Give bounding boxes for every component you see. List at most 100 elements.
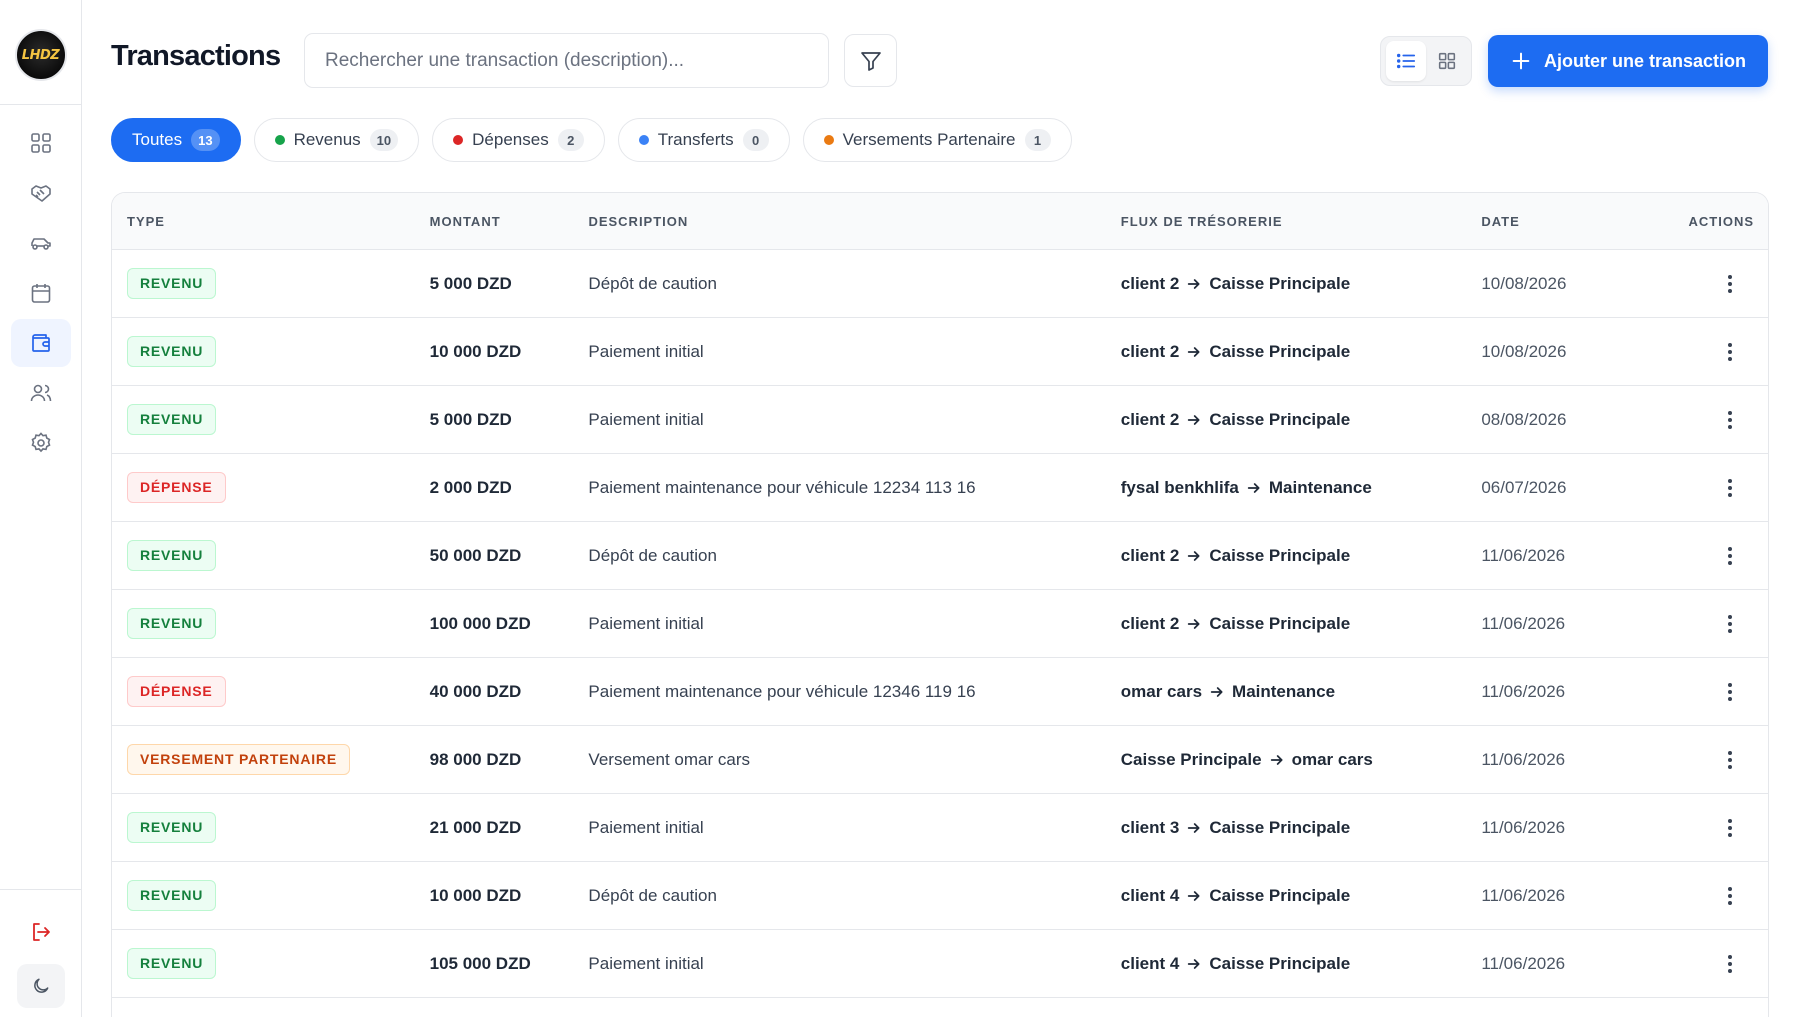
actions-cell [1671,612,1768,636]
table-row[interactable]: DÉPENSE 2 000 DZD Paiement maintenance pou… [112,454,1768,522]
actions-cell [1671,340,1768,364]
logout-button[interactable] [17,910,65,954]
sidebar-item-dashboard[interactable] [11,119,71,167]
more-actions-icon[interactable] [1718,340,1742,364]
column-header-date[interactable]: DATE [1481,214,1671,229]
flux-to: Caisse Principale [1209,885,1351,905]
search-input[interactable] [304,33,829,88]
sidebar-item-partners[interactable] [11,169,71,217]
description-cell: Paiement maintenance pour véhicule 12234… [588,477,976,497]
column-header-flux[interactable]: FLUX DE TRÉSORERIE [1121,214,1482,229]
amount-cell: 21 000 DZD [429,817,522,837]
sidebar-item-transactions[interactable] [10,319,71,367]
flux-from: client 4 [1120,885,1180,905]
amount-cell: 40 000 DZD [429,681,522,701]
arrow-right-icon [1188,414,1200,425]
date-cell: 10/08/2026 [1481,341,1567,361]
filter-chip-0[interactable]: Toutes 13 [111,118,241,162]
more-actions-icon[interactable] [1718,952,1742,976]
actions-cell [1671,272,1768,296]
table-row[interactable]: REVENU 5 000 DZD Paiement initial client 2 C… [112,386,1768,454]
type-badge: DÉPENSE [127,472,226,503]
description-cell: Dépôt de caution [588,273,717,293]
add-transaction-label: Ajouter une transaction [1543,50,1747,71]
flux-cell: client 2 Caisse Principale [1121,546,1482,566]
add-transaction-button[interactable]: Ajouter une transaction [1488,35,1768,87]
actions-cell [1671,952,1768,976]
sidebar-item-settings[interactable] [11,419,71,467]
actions-cell [1671,408,1768,432]
filter-chip-4[interactable]: Versements Partenaire 1 [802,118,1072,162]
list-view-button[interactable] [1385,41,1426,81]
arrow-right-icon [1188,346,1200,357]
actions-cell [1671,680,1768,704]
more-actions-icon[interactable] [1718,680,1742,704]
brand-logo[interactable]: LHDZ [14,29,67,81]
sidebar-item-vehicles[interactable] [11,219,71,267]
table-row[interactable]: REVENU 10 000 DZD Dépôt de caution client 4… [112,862,1768,930]
flux-cell: client 4 Caisse Principale [1121,886,1482,906]
table-row[interactable]: REVENU 10 000 DZD Paiement initial client 2… [112,318,1768,386]
flux-from: client 2 [1120,409,1180,429]
filter-button[interactable] [844,34,897,87]
flux-to: Caisse Principale [1209,341,1351,361]
type-badge: REVENU [127,812,217,843]
more-actions-icon[interactable] [1718,544,1742,568]
type-cell: REVENU [112,540,430,571]
filter-chip-3[interactable]: Transferts 0 [617,118,790,162]
date-cell: 11/06/2026 [1481,613,1566,633]
sidebar-divider [0,104,82,105]
more-actions-icon[interactable] [1718,884,1742,908]
column-header-type[interactable]: TYPE [112,214,430,229]
status-dot-icon [823,135,834,145]
more-actions-icon[interactable] [1718,272,1742,296]
flux-from: client 3 [1120,817,1180,837]
table-row[interactable]: VERSEMENT PARTENAIRE 98 000 DZD Versement … [112,726,1768,794]
status-dot-icon [274,135,285,145]
arrow-right-icon [1210,686,1223,697]
column-header-amount[interactable]: MONTANT [430,214,589,229]
sidebar-item-calendar[interactable] [11,269,71,317]
grid-view-button[interactable] [1427,41,1467,81]
table-row[interactable]: REVENU 50 000 DZD Dépôt de caution client 2… [112,522,1768,590]
column-header-description[interactable]: DESCRIPTION [588,214,1120,229]
table-row[interactable]: REVENU 21 000 DZD Paiement initial client 3… [112,794,1768,862]
date-cell: 10/08/2026 [1481,273,1567,293]
flux-cell: client 2 Caisse Principale [1121,342,1482,362]
date-cell: 08/08/2026 [1481,409,1567,429]
more-actions-icon[interactable] [1718,816,1742,840]
more-actions-icon[interactable] [1718,408,1742,432]
wallet-icon [31,334,50,352]
flux-cell: client 2 Caisse Principale [1121,274,1482,294]
table-row[interactable]: REVENU 105 000 DZD Paiement initial client … [112,930,1768,998]
flux-from: client 2 [1120,613,1180,633]
table-row[interactable]: DÉPENSE 40 000 DZD Paiement maintenance po… [112,658,1768,726]
flux-cell: fysal benkhlifa Maintenance [1121,478,1482,498]
logout-icon [33,923,50,941]
flux-to: Maintenance [1268,477,1372,497]
filter-chip-count: 13 [191,129,220,151]
flux-from: client 2 [1120,341,1180,361]
type-badge: REVENU [127,880,217,911]
table-row[interactable]: REVENU 5 000 DZD Dépôt de caution client 2 C… [112,250,1768,318]
description-cell: Paiement initial [588,409,704,429]
theme-toggle-button[interactable] [17,964,65,1008]
amount-cell: 98 000 DZD [429,749,522,769]
actions-cell [1671,544,1768,568]
arrow-right-icon [1270,754,1283,765]
more-actions-icon[interactable] [1718,476,1742,500]
actions-cell [1671,748,1768,772]
sidebar-item-clients[interactable] [11,369,71,417]
arrow-right-icon [1188,890,1200,901]
more-actions-icon[interactable] [1718,612,1742,636]
filter-chip-label: Revenus [293,130,361,149]
flux-to: Caisse Principale [1209,817,1351,837]
flux-to: Caisse Principale [1209,953,1351,973]
filter-chip-2[interactable]: Dépenses 2 [432,118,605,162]
table-row[interactable]: REVENU 100 000 DZD Paiement initial client … [112,590,1768,658]
amount-cell: 10 000 DZD [429,341,522,361]
filter-chip-1[interactable]: Revenus 10 [253,118,420,162]
users-icon [30,384,51,402]
more-actions-icon[interactable] [1718,748,1742,772]
sidebar: LHDZ [0,0,82,1017]
